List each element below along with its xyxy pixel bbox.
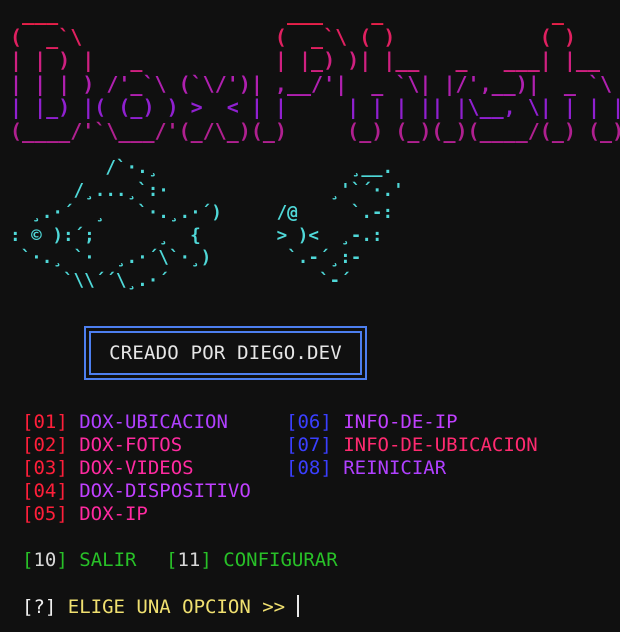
fish-right-line-2: ¸'`´·.': [266, 180, 404, 201]
menu-option-11[interactable]: [11] CONFIGURAR: [166, 549, 338, 572]
ascii-fish-right: ¸__. ¸'`´·.' /@ `.-: > )< ¸-.: `.-´¸:- `…: [266, 157, 404, 292]
option-label: INFO-DE-IP: [343, 411, 458, 433]
fish-right-line-4: > )< ¸-.:: [266, 225, 383, 246]
bracket-close: ]: [200, 549, 212, 571]
menu-option-08[interactable]: [08] REINICIAR: [286, 457, 446, 480]
menu-option-10[interactable]: [10] SALIR: [22, 549, 136, 572]
bracket-open: [: [22, 549, 34, 571]
banner-line-4: | | | ) /'_`\ (`\/')| ,__/'| _ `\| |/',_…: [10, 71, 613, 96]
menu-option-02[interactable]: [02] DOX-FOTOS: [22, 434, 182, 457]
fish-left-line-3: ¸.·´ ¸ `·.¸.·´): [10, 203, 222, 223]
fish-left-line-4: : © ):´; ¸ {: [10, 225, 201, 246]
option-label: SALIR: [79, 549, 137, 571]
fish-right-line-1: ¸__.: [266, 158, 394, 178]
option-number: [07]: [286, 434, 332, 456]
option-label: DOX-FOTOS: [79, 434, 183, 456]
banner-line-2: ( _`\ ( _`\ ( ) ( ): [10, 24, 576, 49]
option-number: [02]: [22, 434, 68, 456]
option-label: CONFIGURAR: [223, 549, 338, 571]
menu-option-06[interactable]: [06] INFO-DE-IP: [286, 411, 458, 434]
option-number: [06]: [286, 411, 332, 433]
option-number: [03]: [22, 457, 68, 479]
menu-option-07[interactable]: [07] INFO-DE-UBICACION: [286, 434, 538, 457]
menu-option-05[interactable]: [05] DOX-IP: [22, 503, 148, 526]
fish-left-line-5: `·.¸ `· ¸.·´\`·¸): [10, 248, 212, 268]
credit-box: CREADO POR DIEGO.DEV: [84, 326, 367, 380]
option-number: [01]: [22, 411, 68, 433]
option-number: [05]: [22, 503, 68, 525]
ascii-fish-left: /`·.¸ /¸...¸`:· ¸.·´ ¸ `·.¸.·´): © ):´; …: [10, 157, 222, 292]
fish-left-line-2: /¸...¸`:·: [10, 180, 169, 201]
prompt-marker: [?]: [22, 596, 57, 618]
doxphish-ascii-logo: ___ ___ _ _( _`\ ( _`\ ( ) ( ) | | ) | _ …: [10, 1, 620, 143]
fish-right-line-6: `-´: [266, 270, 351, 291]
banner-line-1: ___ ___ _ _: [10, 1, 564, 25]
input-prompt[interactable]: [?] ELIGE UNA OPCION >>: [22, 595, 300, 619]
option-label: DOX-DISPOSITIVO: [79, 480, 251, 502]
fish-right-line-3: /@ `.-:: [266, 203, 394, 223]
credit-text: CREADO POR DIEGO.DEV: [89, 331, 362, 375]
option-label: INFO-DE-UBICACION: [343, 434, 538, 456]
prompt-text: ELIGE UNA OPCION >>: [67, 596, 286, 618]
option-label: DOX-IP: [79, 503, 148, 525]
menu-option-03[interactable]: [03] DOX-VIDEOS: [22, 457, 194, 480]
option-label: REINICIAR: [343, 457, 447, 479]
fish-left-line-1: /`·.¸: [10, 158, 159, 178]
option-number: 10: [33, 549, 57, 571]
menu-option-01[interactable]: [01] DOX-UBICACION: [22, 411, 228, 434]
banner-line-6: (____/'`\___/'(_/\_)(_) (_) (_)(_)(____/…: [10, 118, 620, 143]
option-label: DOX-UBICACION: [79, 411, 228, 433]
text-cursor: [297, 595, 300, 617]
fish-left-line-6: `\\´´\¸.·´: [10, 270, 169, 291]
option-label: DOX-VIDEOS: [79, 457, 194, 479]
banner-line-5: | |_) |( (_) ) > < | | | | | || |\__, \|…: [10, 95, 620, 119]
option-number: 11: [177, 549, 201, 571]
option-number: [04]: [22, 480, 68, 502]
menu-option-04[interactable]: [04] DOX-DISPOSITIVO: [22, 480, 251, 503]
bracket-open: [: [166, 549, 178, 571]
bracket-close: ]: [56, 549, 68, 571]
option-number: [08]: [286, 457, 332, 479]
fish-right-line-5: `.-´¸:-: [266, 248, 362, 268]
banner-line-3: | | ) | _ | |_) )| |__ _ ___| |__: [10, 48, 601, 72]
